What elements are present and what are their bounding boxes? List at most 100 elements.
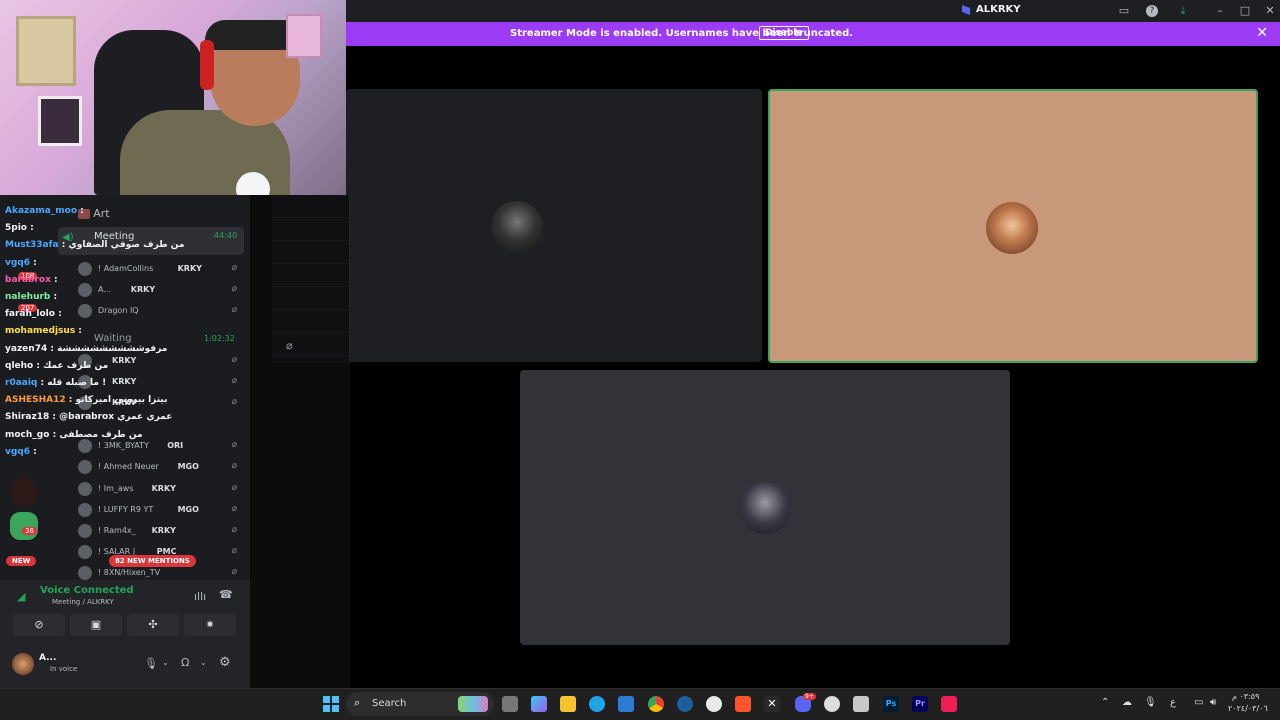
display-icon[interactable]: ▭ (1194, 697, 1203, 708)
disable-button[interactable]: Disable (759, 26, 809, 40)
chat-username: ASHESHA12 (5, 395, 66, 406)
user-avatar (78, 439, 92, 453)
panel-rows (272, 195, 350, 363)
voice-user-row[interactable]: ! Ram4x_ KRKY ⌀ (78, 522, 243, 540)
screen-share-button[interactable]: ▣ (70, 614, 122, 636)
close-window-icon[interactable]: ✕ (1262, 3, 1278, 19)
user-name: Dragon IQ (98, 306, 139, 315)
help-icon[interactable]: ? (1146, 5, 1158, 17)
activities-button[interactable]: ✣ (127, 614, 179, 636)
chat-message: farah_lolo : (5, 309, 62, 319)
camera-off-button[interactable]: ⊘ (13, 614, 65, 636)
chat-separator: : (54, 309, 62, 320)
muted-icon: ⌀ (231, 525, 237, 535)
user-name: ! Ram4x_ (98, 526, 136, 535)
copilot-icon[interactable] (531, 696, 547, 712)
brave-icon[interactable] (735, 696, 751, 712)
taskbar-search[interactable]: ⌕ Search (346, 692, 494, 716)
members-panel: ⌀ (250, 195, 350, 688)
microphone-tray-icon[interactable]: 🎙︎ (1144, 697, 1157, 708)
voice-user-row[interactable]: Dragon IQ ⌀ (78, 302, 243, 320)
download-icon[interactable]: ⤓ (1175, 3, 1191, 19)
participant-avatar (986, 202, 1038, 254)
windows-start-icon[interactable] (323, 696, 339, 712)
muted-icon: ⌀ (231, 440, 237, 450)
role-tag: KRKY (112, 356, 137, 365)
chevron-up-icon[interactable]: ⌃ (1101, 697, 1109, 708)
video-tile-3[interactable] (520, 370, 1010, 645)
chat-text: بيتزا بيروني اميركانو (75, 395, 168, 406)
wall-frame-image (38, 96, 82, 146)
app-icon[interactable] (824, 696, 840, 712)
chat-separator: : (33, 360, 44, 371)
chevron-down-icon[interactable]: ⌄ (200, 658, 207, 667)
notification-badge: 9+ (803, 693, 816, 700)
chat-username: r0aaiq (5, 378, 38, 388)
premiere-icon[interactable]: Pr (912, 696, 928, 712)
voice-user-row[interactable]: ! 3MK_BYATY ORI ⌀ (78, 437, 243, 455)
chat-message: Shiraz18 : @barabrox عمري عمري (5, 412, 172, 422)
role-tag: ORI (167, 441, 184, 450)
chat-text: @barabrox عمري عمري (59, 412, 173, 423)
app-icon[interactable] (853, 696, 869, 712)
server-icon[interactable] (10, 512, 38, 540)
new-mentions-badge[interactable]: 82 NEW MENTIONS (109, 555, 196, 567)
voice-user-row[interactable]: ! Ahmed Neuer MGO ⌀ (78, 458, 243, 476)
language-indicator[interactable]: ع (1170, 697, 1176, 708)
role-tag: KRKY (151, 484, 176, 493)
voice-user-row[interactable]: A... KRKY ⌀ (78, 281, 243, 299)
store-icon[interactable] (618, 696, 634, 712)
voice-location[interactable]: Meeting / ALKRKY (52, 598, 114, 606)
voice-user-row[interactable]: ! AdamCollins KRKY ⌀ (78, 260, 243, 278)
clock-time[interactable]: ٠٣:٥٩ م (1232, 692, 1259, 701)
obs-icon[interactable] (706, 696, 722, 712)
clock-date[interactable]: ٢٠٢٤/٠٣/٠٦ (1228, 704, 1268, 713)
chat-text: من طرف مصطفى (59, 429, 143, 440)
photoshop-icon[interactable]: Ps (883, 696, 899, 712)
edge-icon[interactable] (589, 696, 605, 712)
soundboard-button[interactable]: ✷ (184, 614, 236, 636)
microphone-icon[interactable]: 🎙︎ (144, 657, 158, 670)
disconnect-icon[interactable]: ☎ (219, 588, 233, 601)
chat-separator: : (49, 412, 60, 423)
user-name[interactable]: A... (39, 653, 56, 663)
cast-icon[interactable]: ▭ (1116, 3, 1132, 19)
settings-gear-icon[interactable]: ⚙ (219, 655, 231, 670)
chat-username: barabrox (5, 274, 51, 285)
window-title: ALKRKY (976, 4, 1021, 15)
close-banner-icon[interactable]: ✕ (1256, 25, 1268, 41)
voice-user-row[interactable]: ! Im_aws KRKY ⌀ (78, 480, 243, 498)
cloud-icon[interactable]: ☁ (1122, 697, 1132, 708)
steam-icon[interactable] (677, 696, 693, 712)
chat-message: mohamedjsus : (5, 326, 82, 336)
voice-user-row[interactable]: ! LUFFY R9 YT MGO ⌀ (78, 501, 243, 519)
title-bar: ALKRKY ▭ ? ⤓ – □ ✕ (346, 0, 1280, 22)
file-explorer-icon[interactable] (560, 696, 576, 712)
role-tag: KRKY (151, 526, 176, 535)
video-tile-1[interactable] (346, 89, 762, 362)
task-view-icon[interactable] (502, 696, 518, 712)
noise-suppression-icon[interactable]: ıllı (194, 590, 206, 603)
capcut-icon[interactable]: ✕ (764, 696, 780, 712)
video-tile-speaking[interactable] (768, 89, 1258, 363)
chevron-down-icon[interactable]: ⌄ (162, 658, 169, 667)
headphones-icon[interactable]: Ω (181, 656, 189, 669)
chrome-icon[interactable] (648, 696, 664, 712)
user-name: ! 8XN/Hixen_TV (98, 568, 161, 577)
chair-logo-image (150, 40, 186, 54)
tiktok-icon[interactable] (941, 696, 957, 712)
volume-icon[interactable]: 🔊︎ (1210, 697, 1216, 708)
streamer-webcam (0, 0, 346, 195)
muted-icon: ⌀ (231, 355, 237, 365)
chat-message: vgq6 : (5, 258, 37, 268)
mute-icon[interactable]: ⌀ (286, 339, 293, 352)
server-icon[interactable] (10, 478, 38, 506)
voice-status[interactable]: Voice Connected (40, 585, 134, 596)
minimize-icon[interactable]: – (1212, 3, 1228, 19)
new-badge[interactable]: NEW (6, 556, 37, 566)
chat-separator: : (50, 274, 58, 285)
maximize-icon[interactable]: □ (1237, 3, 1253, 19)
chat-message: ASHESHA12 : بيتزا بيروني اميركانو (5, 395, 168, 405)
user-avatar[interactable] (12, 653, 34, 675)
user-name: ! Im_aws (98, 484, 134, 493)
